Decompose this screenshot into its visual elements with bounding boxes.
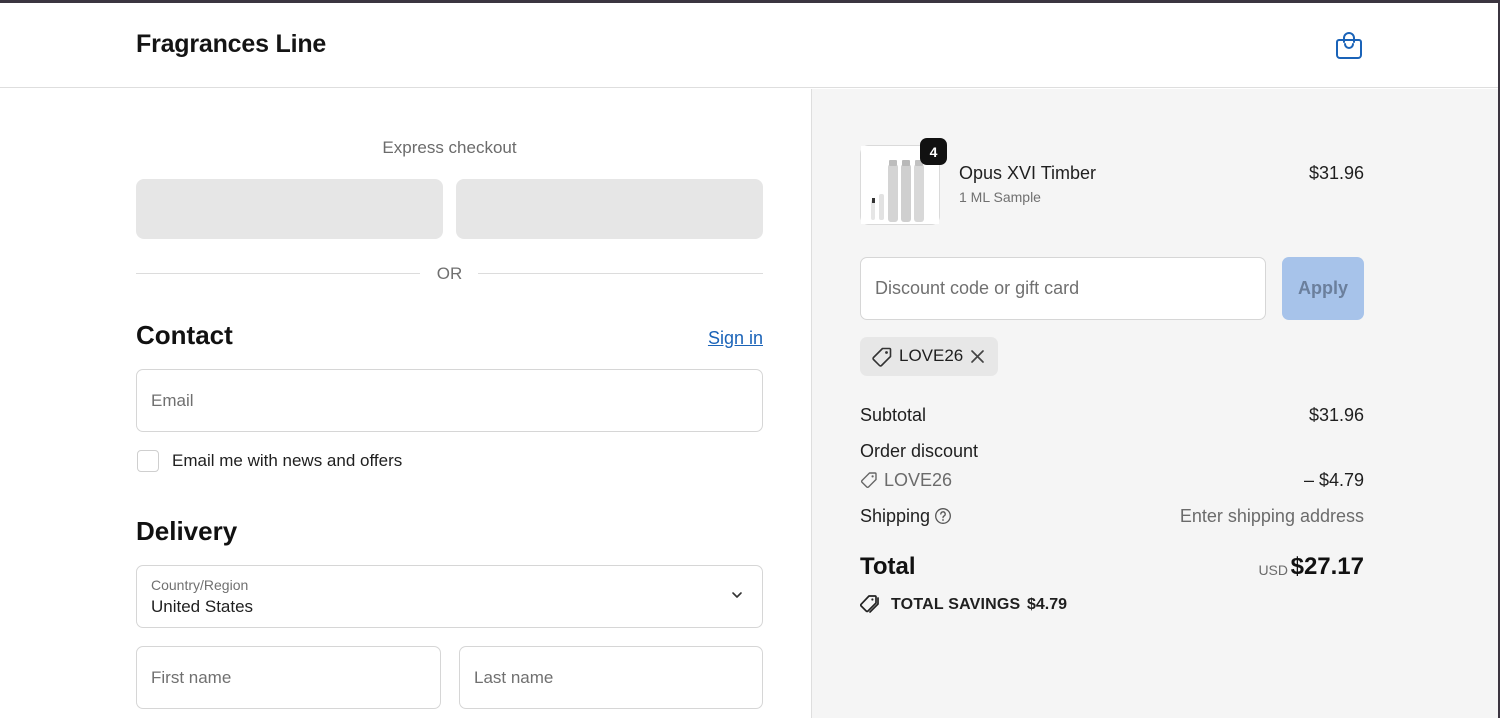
- total-value: $27.17: [1290, 553, 1364, 580]
- tag-icon: [872, 347, 892, 367]
- newsletter-checkbox[interactable]: [137, 450, 159, 472]
- discount-placeholder: Discount code or gift card: [875, 278, 1080, 298]
- country-label: Country/Region: [151, 577, 249, 593]
- product-price: $31.96: [1308, 163, 1364, 183]
- sign-in-link[interactable]: Sign in: [700, 328, 763, 349]
- express-pay-button-1[interactable]: [136, 179, 443, 239]
- shipping-label: Shipping: [860, 506, 931, 526]
- delivery-heading: Delivery: [136, 516, 238, 546]
- first-name-field[interactable]: First name: [136, 646, 441, 709]
- order-discount-value: – $4.79: [1303, 470, 1364, 490]
- country-value: United States: [151, 597, 254, 616]
- discount-tag-icon: [860, 472, 877, 489]
- applied-code-label: LOVE26: [899, 346, 964, 365]
- total-label: Total: [860, 553, 916, 580]
- newsletter-label: Email me with news and offers: [172, 451, 403, 470]
- total-savings-value: $4.79: [1027, 596, 1068, 613]
- email-placeholder: Email: [151, 391, 194, 410]
- apply-button[interactable]: Apply: [1282, 257, 1364, 320]
- quantity-badge: 4: [920, 138, 947, 165]
- or-divider: OR: [136, 262, 763, 286]
- product-variant: 1 ML Sample: [959, 189, 1041, 205]
- order-discount-code: LOVE26: [884, 470, 953, 490]
- brand-logo[interactable]: Fragrances Line: [136, 30, 326, 59]
- shopping-bag-icon[interactable]: [1335, 30, 1363, 60]
- email-field[interactable]: Email: [136, 369, 763, 432]
- discount-code-input[interactable]: Discount code or gift card: [860, 257, 1266, 320]
- subtotal-label: Subtotal: [860, 405, 927, 425]
- total-savings-label: TOTAL SAVINGS: [891, 596, 1021, 613]
- currency-code: USD: [1258, 562, 1288, 578]
- subtotal-value: $31.96: [1308, 405, 1364, 425]
- remove-discount-icon[interactable]: [969, 348, 986, 365]
- contact-heading: Contact: [136, 320, 233, 350]
- last-name-field[interactable]: Last name: [459, 646, 763, 709]
- product-name: Opus XVI Timber: [959, 163, 1097, 183]
- shipping-value: Enter shipping address: [1179, 506, 1364, 526]
- express-checkout-title: Express checkout: [382, 138, 517, 157]
- first-name-placeholder: First name: [151, 668, 232, 687]
- express-pay-button-2[interactable]: [456, 179, 763, 239]
- site-header: Fragrances Line: [0, 3, 1498, 88]
- country-select[interactable]: Country/Region United States: [136, 565, 763, 628]
- applied-discount-chip: LOVE26: [860, 337, 998, 376]
- or-label: OR: [436, 264, 463, 283]
- chevron-down-icon: [732, 592, 742, 598]
- divider-line-right: [478, 273, 763, 274]
- help-icon[interactable]: [934, 507, 952, 525]
- savings-tag-icon: [860, 595, 879, 613]
- last-name-placeholder: Last name: [474, 668, 554, 687]
- order-discount-label: Order discount: [860, 441, 979, 461]
